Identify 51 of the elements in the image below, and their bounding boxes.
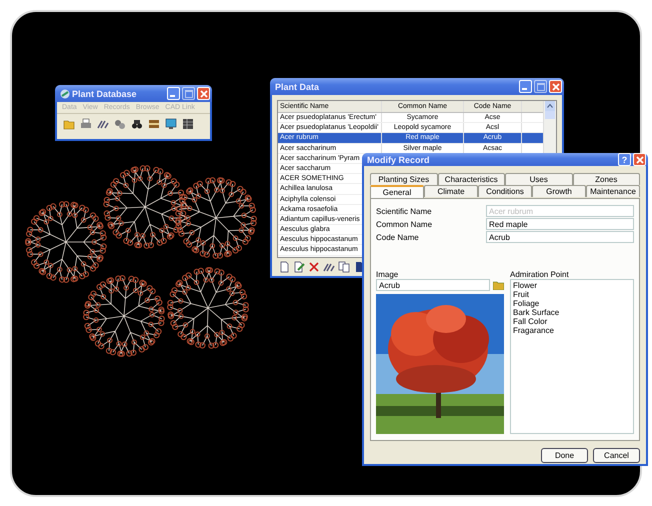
close-icon (636, 156, 644, 164)
list-item[interactable]: Foliage (513, 299, 631, 308)
maximize-button[interactable] (182, 87, 195, 100)
input-field[interactable]: Acrub (486, 231, 634, 243)
window-title: Plant Database (72, 88, 138, 98)
list-item[interactable]: Fruit (513, 290, 631, 299)
tab[interactable]: General (370, 185, 424, 198)
scroll-thumb[interactable] (545, 111, 555, 119)
binoculars-icon[interactable] (131, 118, 143, 130)
list-item[interactable]: Bark Surface (513, 308, 631, 317)
tab[interactable]: Planting Sizes (370, 173, 438, 185)
minimize-button[interactable] (519, 80, 532, 93)
folder-icon[interactable] (63, 118, 75, 130)
minimize-button[interactable] (167, 87, 180, 100)
dialog-button[interactable]: Cancel (593, 448, 640, 463)
close-icon (552, 82, 560, 90)
folder-icon[interactable] (493, 280, 504, 290)
input-field[interactable]: Red maple (486, 218, 634, 230)
printer-icon[interactable] (80, 118, 92, 130)
scroll-up-icon[interactable] (545, 101, 555, 111)
window-title: Plant Data (275, 82, 320, 92)
tab[interactable]: Zones (572, 173, 640, 185)
copy-icon[interactable] (338, 261, 350, 273)
list-box[interactable]: Flower Fruit Foliage Bark Surface Fall Color Fragarance (510, 279, 634, 434)
monitor-icon[interactable] (165, 118, 177, 130)
close-button[interactable] (549, 80, 562, 93)
field-label: Image (376, 270, 400, 279)
dialog-button[interactable]: Done (541, 448, 588, 463)
new-page-icon[interactable] (278, 261, 290, 273)
grid-icon[interactable] (182, 118, 194, 130)
tab[interactable]: Conditions (478, 185, 532, 197)
box-icon[interactable] (148, 118, 160, 130)
tab[interactable]: Climate (424, 185, 478, 197)
list-item[interactable]: Fragarance (513, 326, 631, 335)
field-label: Admiration Point (510, 270, 570, 279)
app-icon (60, 88, 70, 98)
list-item[interactable]: Fall Color (513, 317, 631, 326)
tab[interactable]: Characteristics (438, 173, 505, 185)
tab[interactable]: Maintenance (586, 185, 640, 197)
close-button[interactable] (633, 153, 646, 166)
list-item[interactable]: Flower (513, 281, 631, 290)
close-button[interactable] (197, 87, 210, 100)
close-icon (200, 90, 208, 98)
input-field[interactable]: Acrub (376, 279, 490, 291)
tab[interactable]: Growth (532, 185, 586, 197)
edit-icon[interactable] (293, 261, 305, 273)
maximize-button[interactable] (534, 80, 547, 93)
maximize-icon (536, 82, 544, 90)
tab[interactable]: Uses (505, 173, 572, 185)
maximize-icon (184, 90, 192, 98)
delete-icon[interactable] (308, 261, 320, 273)
